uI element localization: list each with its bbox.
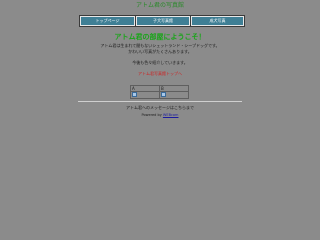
divider [78, 101, 242, 102]
nav-puppy-photos-button[interactable]: 子犬写真館 [135, 15, 191, 27]
nav-adult-photos-button[interactable]: 成犬写真 [190, 15, 245, 27]
powered-by: Powered by WEBcom [0, 113, 320, 118]
top-nav: トップページ 子犬写真館 成犬写真 [79, 15, 245, 27]
description-line-2: かわいい写真がたくさんあります。 [128, 49, 192, 54]
gallery-cell [130, 91, 160, 99]
featured-link[interactable]: アトム君写真館トップへ [0, 71, 320, 77]
photo-thumbnail-icon[interactable] [161, 92, 166, 97]
footer-message[interactable]: アトム君へのメッセージはこちらまで [0, 105, 320, 110]
description-line-1: アトム君は生まれて間もないシェットランド・シープドッグです。 [100, 43, 220, 48]
nav-top-page-button[interactable]: トップページ [79, 15, 136, 27]
welcome-heading: アトム君の部屋にようこそ！ [114, 33, 206, 41]
gallery-cell [159, 91, 189, 99]
site-title: アトム君の写真館 [135, 2, 184, 9]
photo-thumbnail-icon[interactable] [132, 92, 137, 97]
gallery-table: A B [130, 85, 189, 99]
powered-prefix: Powered by [141, 113, 162, 117]
description-line-3: 今後も色々紹介していきます。 [132, 60, 188, 65]
powered-link[interactable]: WEBcom [163, 113, 179, 117]
